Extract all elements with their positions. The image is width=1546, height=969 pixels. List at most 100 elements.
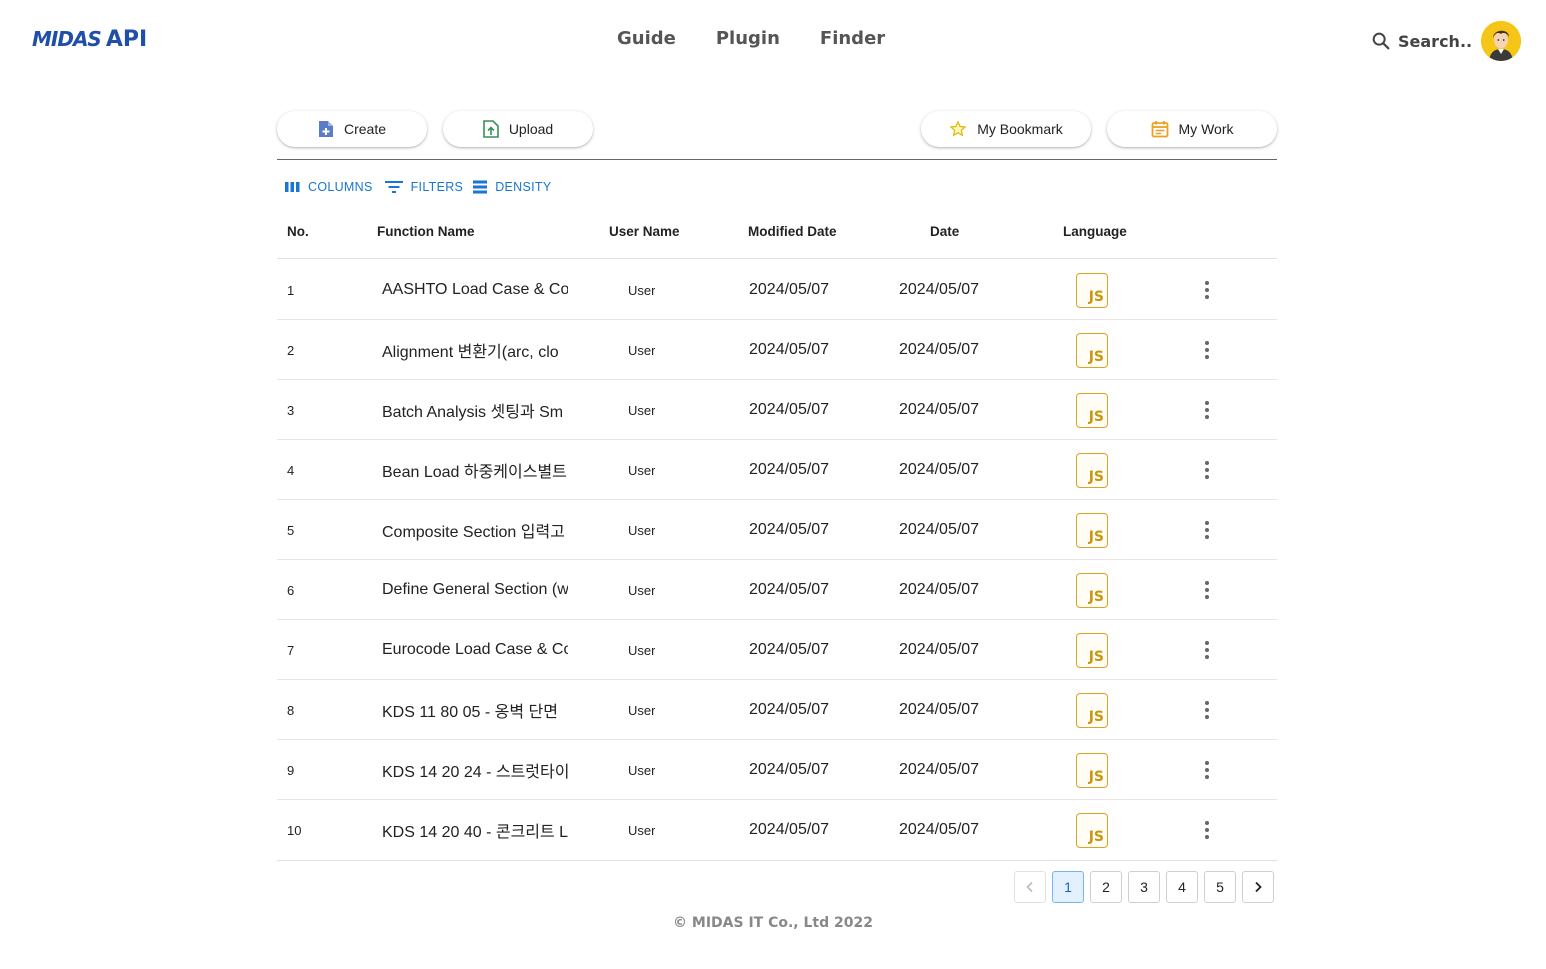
modified-date-cell: 2024/05/07: [749, 461, 830, 478]
page-button-3[interactable]: 3: [1128, 871, 1160, 903]
columns-button[interactable]: COLUMNS: [285, 180, 373, 194]
user-name-cell: User: [628, 282, 656, 298]
row-more-menu-button[interactable]: [1199, 680, 1215, 740]
table-row[interactable]: 5 Composite Section 입력고 User 2024/05/07 …: [277, 500, 1277, 560]
filters-label: FILTERS: [410, 180, 464, 194]
column-header-date[interactable]: Date: [930, 224, 959, 239]
upload-button[interactable]: Upload: [443, 111, 593, 147]
table-row[interactable]: 9 KDS 14 20 24 - 스트럿타이 User 2024/05/07 2…: [277, 740, 1277, 800]
function-name-cell[interactable]: KDS 11 80 05 - 옹벽 단면: [382, 680, 568, 740]
table-row[interactable]: 4 Bean Load 하중케이스별트 User 2024/05/07 2024…: [277, 440, 1277, 500]
language-cell: JS: [1076, 560, 1108, 620]
nav-finder[interactable]: Finder: [820, 28, 885, 49]
javascript-icon: JS: [1076, 392, 1108, 428]
row-more-menu-button[interactable]: [1199, 800, 1215, 860]
function-name-cell[interactable]: Bean Load 하중케이스별트: [382, 440, 568, 500]
javascript-icon: JS: [1076, 452, 1108, 488]
pagination: 1 2 3 4 5: [1014, 871, 1274, 903]
language-label: JS: [1088, 528, 1104, 545]
row-more-menu-button[interactable]: [1199, 500, 1215, 560]
row-more-menu-button[interactable]: [1199, 260, 1215, 320]
function-name-cell[interactable]: Batch Analysis 셋팅과 Sm: [382, 380, 568, 440]
row-more-menu-button[interactable]: [1199, 740, 1215, 800]
javascript-icon: JS: [1076, 692, 1108, 728]
row-more-menu-button[interactable]: [1199, 320, 1215, 380]
previous-page-button[interactable]: [1014, 871, 1046, 903]
date-cell: 2024/05/07: [899, 641, 980, 658]
row-number: 3: [287, 402, 295, 418]
language-cell: JS: [1076, 500, 1108, 560]
javascript-icon: JS: [1076, 632, 1108, 668]
language-label: JS: [1088, 468, 1104, 485]
date-cell: 2024/05/07: [899, 281, 980, 298]
table-row[interactable]: 7 Eurocode Load Case & Co User 2024/05/0…: [277, 620, 1277, 680]
more-vertical-icon: [1205, 701, 1209, 719]
nav-guide[interactable]: Guide: [617, 28, 676, 49]
row-number: 1: [287, 282, 295, 298]
create-label: Create: [343, 121, 387, 137]
column-header-language[interactable]: Language: [1063, 224, 1127, 239]
modified-date-cell: 2024/05/07: [749, 521, 830, 538]
function-name-cell[interactable]: Define General Section (w: [382, 560, 568, 620]
more-vertical-icon: [1205, 821, 1209, 839]
user-avatar[interactable]: [1481, 21, 1521, 61]
search-button[interactable]: Search..: [1370, 30, 1472, 52]
chevron-right-icon: [1255, 881, 1262, 893]
date-cell: 2024/05/07: [899, 821, 980, 838]
toolbar-divider: [277, 159, 1277, 160]
main-nav: Guide Plugin Finder: [617, 28, 885, 49]
date-cell: 2024/05/07: [899, 701, 980, 718]
function-name-cell[interactable]: Eurocode Load Case & Co: [382, 620, 568, 680]
my-bookmark-label: My Bookmark: [977, 121, 1063, 137]
page-button-5[interactable]: 5: [1204, 871, 1236, 903]
user-name-cell: User: [628, 462, 656, 478]
page-button-4[interactable]: 4: [1166, 871, 1198, 903]
grid-toolbar: COLUMNS FILTERS DENSITY: [285, 180, 551, 194]
density-button[interactable]: DENSITY: [473, 180, 551, 194]
table-row[interactable]: 3 Batch Analysis 셋팅과 Sm User 2024/05/07 …: [277, 380, 1277, 440]
next-page-button[interactable]: [1242, 871, 1274, 903]
javascript-icon: JS: [1076, 572, 1108, 608]
midas-api-logo[interactable]: MIDAS API: [32, 27, 147, 52]
page-button-2[interactable]: 2: [1090, 871, 1122, 903]
column-header-user-name[interactable]: User Name: [609, 224, 680, 239]
javascript-icon: JS: [1076, 812, 1108, 848]
my-bookmark-button[interactable]: My Bookmark: [921, 111, 1091, 147]
column-header-function-name[interactable]: Function Name: [377, 224, 475, 239]
table-row[interactable]: 10 KDS 14 20 40 - 콘크리트 L User 2024/05/07…: [277, 800, 1277, 860]
row-more-menu-button[interactable]: [1199, 620, 1215, 680]
column-header-modified-date[interactable]: Modified Date: [748, 224, 837, 239]
create-button[interactable]: Create: [277, 111, 427, 147]
language-label: JS: [1088, 828, 1104, 845]
logo-product-text: API: [105, 27, 148, 52]
my-work-button[interactable]: My Work: [1107, 111, 1277, 147]
date-cell: 2024/05/07: [899, 761, 980, 778]
density-icon: [473, 180, 488, 194]
table-row[interactable]: 6 Define General Section (w User 2024/05…: [277, 560, 1277, 620]
function-name-cell[interactable]: AASHTO Load Case & Cor: [382, 260, 568, 320]
row-number: 4: [287, 462, 295, 478]
row-more-menu-button[interactable]: [1199, 560, 1215, 620]
chevron-left-icon: [1026, 881, 1033, 893]
more-vertical-icon: [1205, 461, 1209, 479]
row-number: 8: [287, 702, 295, 718]
row-more-menu-button[interactable]: [1199, 440, 1215, 500]
table-row[interactable]: 8 KDS 11 80 05 - 옹벽 단면 User 2024/05/07 2…: [277, 680, 1277, 740]
function-name-cell[interactable]: Alignment 변환기(arc, clo: [382, 320, 568, 380]
filters-button[interactable]: FILTERS: [384, 180, 464, 194]
nav-plugin[interactable]: Plugin: [716, 28, 780, 49]
function-name-cell[interactable]: Composite Section 입력고: [382, 500, 568, 560]
user-name-cell: User: [628, 702, 656, 718]
row-more-menu-button[interactable]: [1199, 380, 1215, 440]
language-cell: JS: [1076, 740, 1108, 800]
function-name-cell[interactable]: KDS 14 20 40 - 콘크리트 L: [382, 800, 568, 860]
language-cell: JS: [1076, 620, 1108, 680]
calendar-icon: [1151, 121, 1168, 138]
table-row[interactable]: 1 AASHTO Load Case & Cor User 2024/05/07…: [277, 260, 1277, 320]
language-label: JS: [1088, 408, 1104, 425]
function-name-cell[interactable]: KDS 14 20 24 - 스트럿타이: [382, 740, 568, 800]
column-header-no[interactable]: No.: [287, 224, 309, 239]
table-row[interactable]: 2 Alignment 변환기(arc, clo User 2024/05/07…: [277, 320, 1277, 380]
page-button-1[interactable]: 1: [1052, 871, 1084, 903]
more-vertical-icon: [1205, 581, 1209, 599]
